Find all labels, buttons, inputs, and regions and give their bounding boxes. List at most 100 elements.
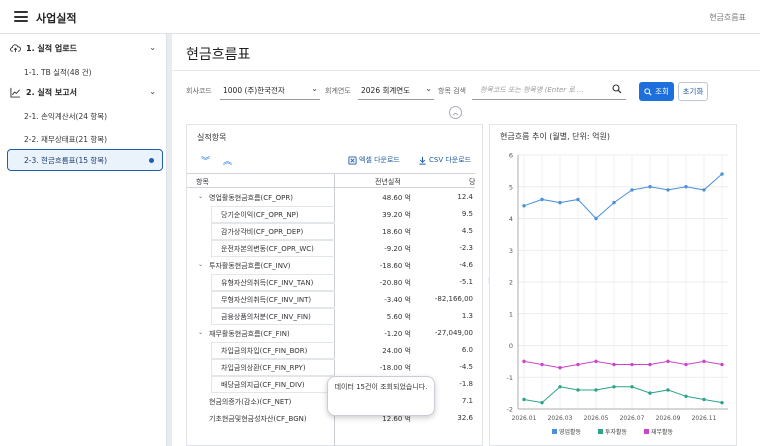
legend-swatch <box>552 429 557 434</box>
chart-line-icon <box>10 87 21 98</box>
active-indicator-dot <box>149 158 154 163</box>
data-point[interactable] <box>666 388 670 392</box>
data-point[interactable] <box>576 388 580 392</box>
row-curr-value: 12.4 <box>457 193 473 201</box>
search-label: 항목 검색 <box>438 87 466 95</box>
table-row[interactable]: 무형자산의취득(CF_INV_INT) -3.40 억 -82,166,00 <box>187 291 475 308</box>
top-bar: 사업실적 현금흐름표 <box>0 0 760 34</box>
sidebar-item-income-statement[interactable]: 2-1. 손익계산서(24 항목) <box>24 111 107 122</box>
data-point[interactable] <box>720 400 724 405</box>
data-point[interactable] <box>522 204 526 208</box>
column-header-item[interactable]: 항목 <box>196 177 209 187</box>
data-point[interactable] <box>540 400 544 405</box>
data-point[interactable] <box>612 385 616 389</box>
data-point[interactable] <box>648 391 652 395</box>
data-point[interactable] <box>576 197 580 202</box>
data-point[interactable] <box>630 385 634 389</box>
chevron-down-icon[interactable]: ⌄ <box>149 87 156 96</box>
data-point[interactable] <box>702 188 706 192</box>
data-point[interactable] <box>594 216 598 221</box>
row-prev-value: 5.60 억 <box>386 313 411 321</box>
data-point[interactable] <box>594 388 598 392</box>
toast-message: 데이터 15건이 조회되었습니다. <box>327 376 435 416</box>
collapse-filter-button[interactable]: ︿ <box>449 106 462 119</box>
data-point[interactable] <box>702 359 706 364</box>
sidebar-item-cash-flow[interactable]: 2-3. 현금흐름표(15 항목) <box>7 149 163 171</box>
data-point[interactable] <box>612 362 616 367</box>
collapse-all-icon[interactable]: ︽ <box>223 154 232 167</box>
year-select[interactable]: 2026 회계연도 ⌄ <box>358 82 434 100</box>
data-point[interactable] <box>648 362 652 367</box>
csv-download-label: CSV 다운로드 <box>429 156 472 164</box>
sidebar-item-tb[interactable]: 1-1. TB 실적(48 건) <box>24 67 92 78</box>
search-input[interactable]: 항목코드 또는 항목명 (Enter 로 ... <box>472 82 626 100</box>
data-point[interactable] <box>684 185 688 189</box>
data-point[interactable] <box>666 359 670 364</box>
data-point[interactable] <box>720 172 724 176</box>
legend-label[interactable]: 재무활동 <box>651 428 674 436</box>
data-point[interactable] <box>558 366 562 370</box>
legend-label[interactable]: 투자활동 <box>605 428 628 436</box>
company-select[interactable]: 1000 (주)한국전자 ⌄ <box>220 82 320 100</box>
sidebar-item-balance-sheet[interactable]: 2-2. 재무상태표(21 항목) <box>24 134 107 145</box>
y-tick-label: 1 <box>509 310 513 318</box>
table-row[interactable]: 금융상품의처분(CF_INV_FIN) 5.60 억 1.3 <box>187 308 475 325</box>
data-point[interactable] <box>648 185 652 189</box>
row-prev-value: -20.80 억 <box>379 279 411 287</box>
table-row[interactable]: 운전자본의변동(CF_OPR_WC) -9.20 억 -2.3 <box>187 240 475 257</box>
table-row[interactable]: 당기순이익(CF_OPR_NP) 39.20 억 9.5 <box>187 206 475 223</box>
data-point[interactable] <box>576 362 580 367</box>
chevron-down-icon[interactable]: ⌄ <box>149 43 156 52</box>
data-point[interactable] <box>630 362 634 367</box>
download-icon <box>419 156 426 165</box>
table-row[interactable]: ⌄ 투자활동현금흐름(CF_INV) -18.60 억 -4.6 <box>187 257 475 274</box>
expand-row-icon[interactable]: ⌄ <box>198 193 203 200</box>
data-point[interactable] <box>558 200 562 205</box>
table-row[interactable]: ⌄ 재무활동현금흐름(CF_FIN) -1.20 억 -27,049,00 <box>187 325 475 342</box>
hamburger-menu-icon[interactable] <box>14 11 28 22</box>
data-point[interactable] <box>522 397 526 402</box>
row-prev-value: -3.40 억 <box>384 296 411 304</box>
table-row[interactable]: 차입금의차입(CF_FIN_BOR) 24.00 억 6.0 <box>187 342 475 359</box>
data-point[interactable] <box>720 362 724 367</box>
reset-button[interactable]: 초기화 <box>678 82 708 101</box>
data-point[interactable] <box>522 359 526 364</box>
expand-row-icon[interactable]: ⌄ <box>198 261 203 268</box>
search-icon[interactable] <box>612 84 622 94</box>
expand-all-icon[interactable]: ︾ <box>201 154 210 167</box>
data-point[interactable] <box>558 385 562 389</box>
row-curr-value: -1.8 <box>459 380 473 388</box>
data-point[interactable] <box>540 197 544 202</box>
data-point[interactable] <box>684 394 688 398</box>
data-point[interactable] <box>594 359 598 364</box>
sidebar-item-label: 2-3. 현금흐름표(15 항목) <box>24 156 108 165</box>
x-tick-label: 2026.11 <box>692 415 717 422</box>
data-point[interactable] <box>666 188 670 192</box>
row-prev-value: 24.00 억 <box>382 347 411 355</box>
legend-label[interactable]: 영업활동 <box>559 428 582 436</box>
legend-swatch <box>644 429 649 434</box>
data-point[interactable] <box>612 200 616 205</box>
expand-row-icon[interactable]: ⌄ <box>198 329 203 336</box>
column-header-curr[interactable]: 당 <box>469 177 475 187</box>
csv-download-button[interactable]: CSV 다운로드 <box>418 155 471 165</box>
table-row[interactable]: ⌄ 영업활동현금흐름(CF_OPR) 48.60 억 12.4 <box>187 189 475 206</box>
chart-panel: 현금흐름 추이 (월별, 단위: 억원) -2 -1 0 1 2 3 4 5 6 2026.01 2… <box>489 124 737 446</box>
main-content: 현금흐름표 회사코드 1000 (주)한국전자 ⌄ 회계연도 2026 회계연도… <box>172 34 760 446</box>
table-row[interactable]: 차입금의상환(CF_FIN_RPY) -18.00 억 -4.5 <box>187 359 475 376</box>
column-header-prev[interactable]: 전년실적 <box>375 177 401 187</box>
sidebar-group-report[interactable]: 2. 실적 보고서 <box>10 87 77 98</box>
table-row[interactable]: 감가상각비(CF_OPR_DEP) 18.60 억 4.5 <box>187 223 475 240</box>
x-tick-label: 2026.05 <box>584 415 609 422</box>
sidebar-group-upload[interactable]: 1. 실적 업로드 <box>10 43 77 54</box>
y-tick-label: 6 <box>509 152 513 160</box>
search-button[interactable]: 조회 <box>639 82 674 101</box>
excel-download-label: 엑셀 다운로드 <box>359 156 400 164</box>
data-point[interactable] <box>702 397 706 402</box>
excel-download-button[interactable]: 엑셀 다운로드 <box>348 155 400 165</box>
table-row[interactable]: 유형자산의취득(CF_INV_TAN) -20.80 억 -5.1 <box>187 274 475 291</box>
data-point[interactable] <box>630 188 634 192</box>
data-point[interactable] <box>684 362 688 367</box>
cash-flow-trend-chart: -2 -1 0 1 2 3 4 5 6 2026.01 2026.03 2026.05 2026.07 2… <box>507 152 728 436</box>
data-point[interactable] <box>540 362 544 367</box>
